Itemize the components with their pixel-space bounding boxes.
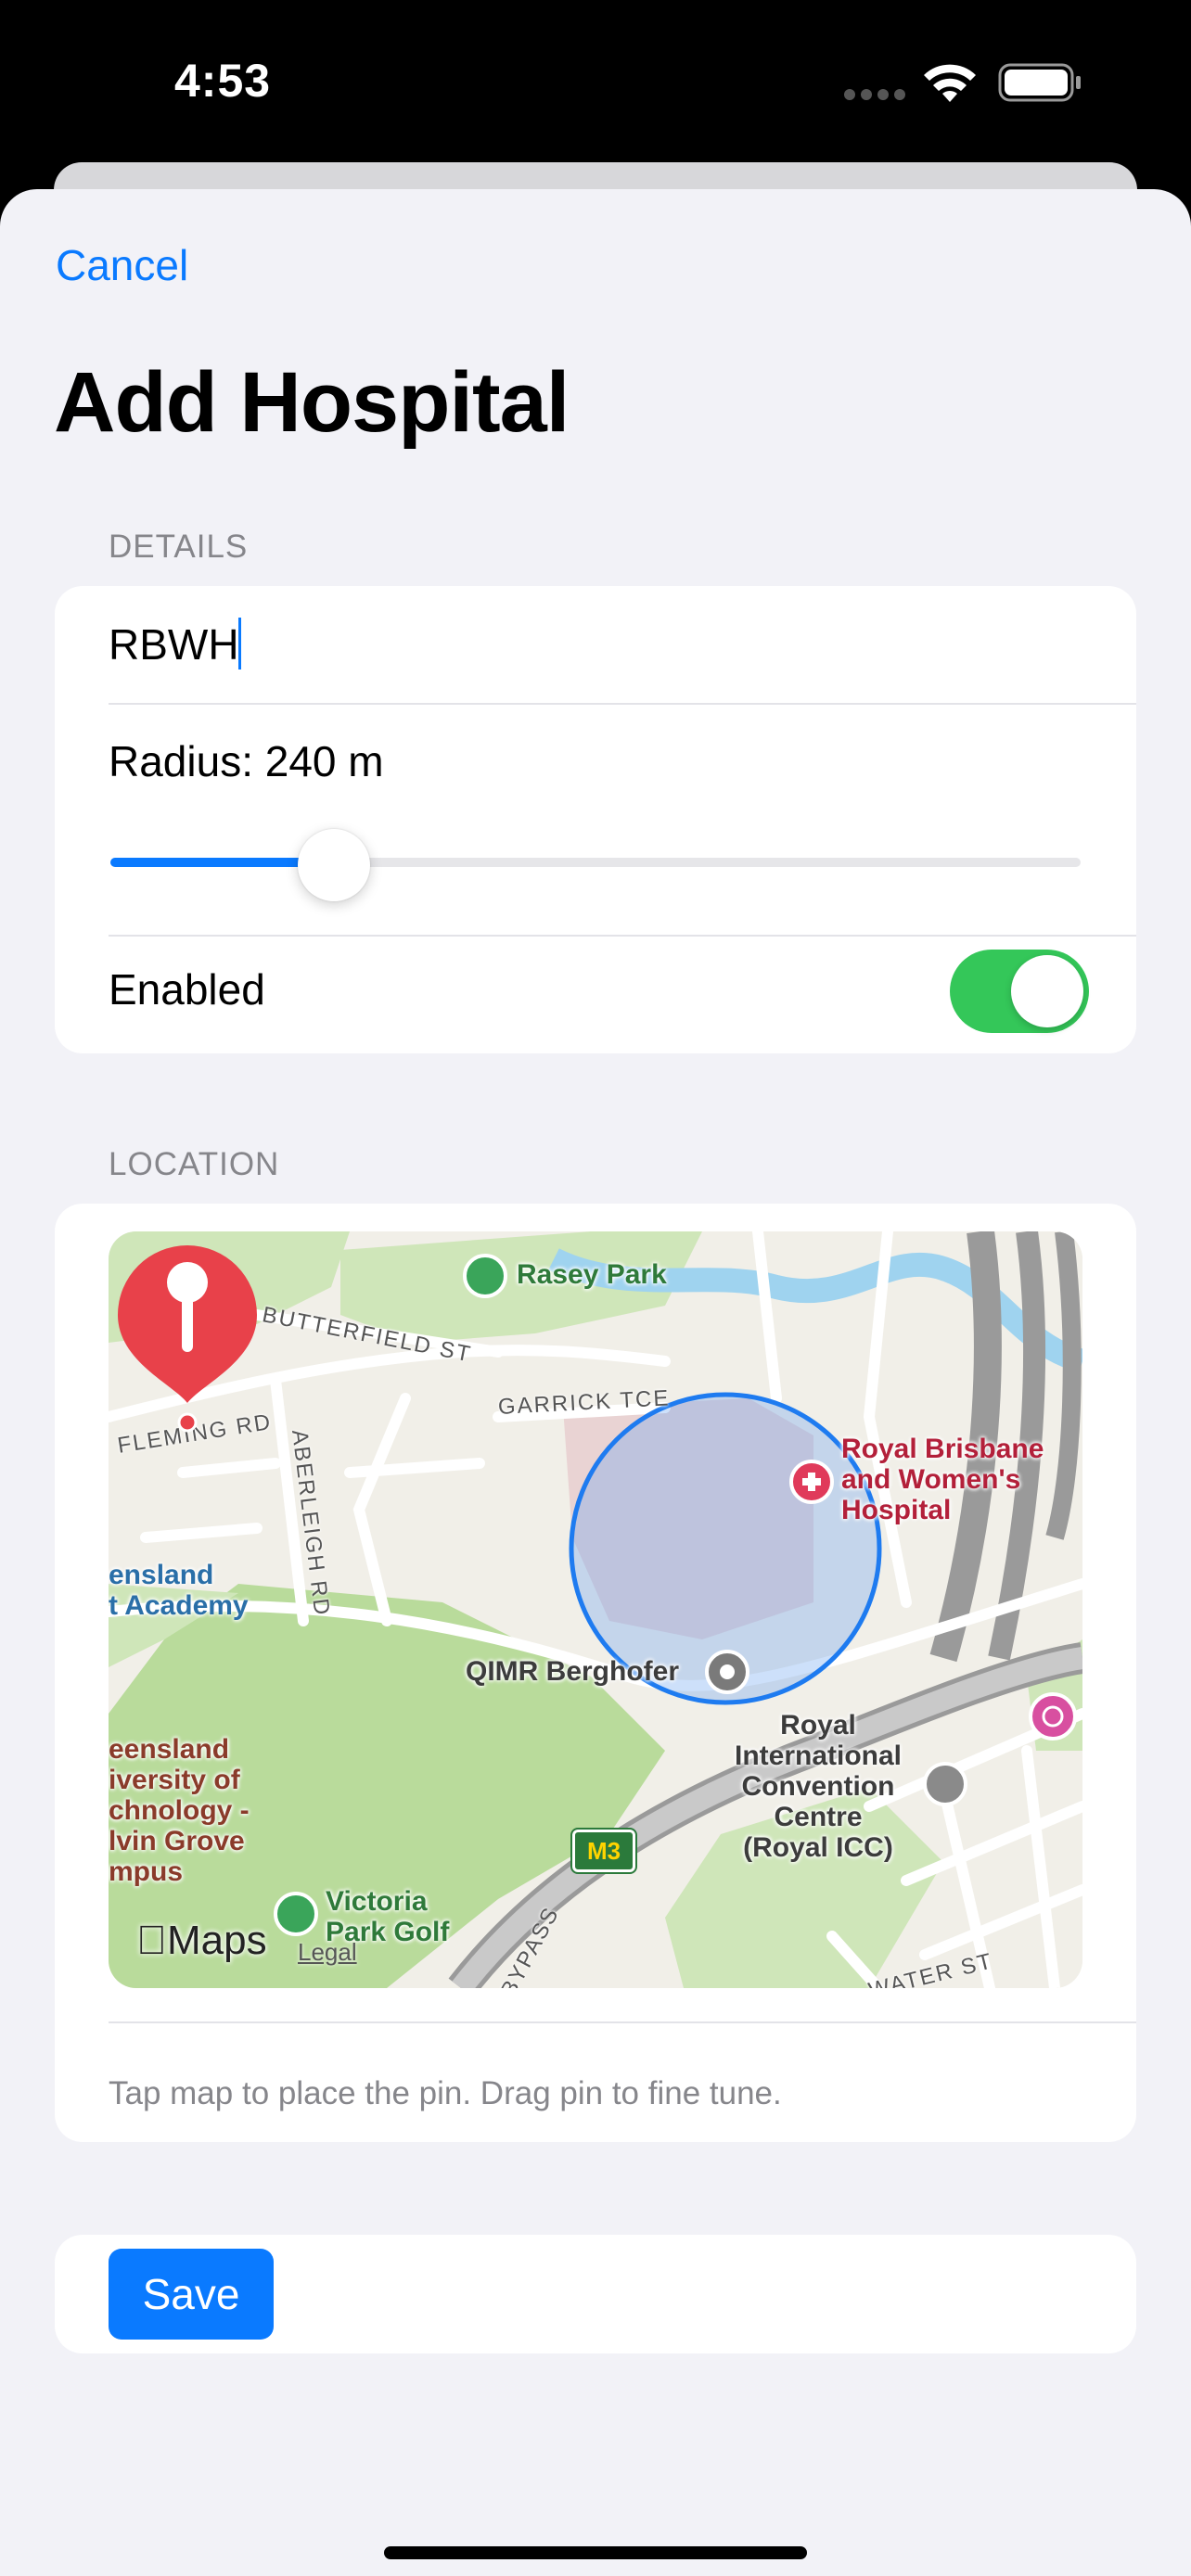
location-map[interactable]: Rasey Park Royal Brisbane and Women's Ho… (109, 1231, 1082, 1988)
location-section-header: LOCATION (109, 1146, 280, 1182)
map-label-qut: eensland iversity of chnology - lvin Gro… (109, 1734, 250, 1887)
home-indicator[interactable] (384, 2546, 807, 2559)
radius-slider[interactable] (110, 858, 1081, 867)
radius-label: Radius: 240 m (109, 737, 384, 785)
enabled-toggle-knob (1011, 955, 1083, 1027)
add-hospital-sheet: Cancel Add Hospital DETAILS Radius: 240 … (0, 189, 1191, 2576)
row-divider (109, 703, 1136, 705)
map-label-qld-academy: ensland t Academy (109, 1560, 249, 1621)
location-card: Rasey Park Royal Brisbane and Women's Ho… (55, 1204, 1136, 2142)
details-section-header: DETAILS (109, 529, 249, 565)
status-time: 4:53 (174, 55, 272, 107)
details-card: Radius: 240 m Enabled (55, 586, 1136, 1053)
legal-link[interactable]: Legal (298, 1938, 357, 1967)
apple-logo-icon:  (136, 1918, 167, 1963)
hospital-name-input[interactable] (109, 614, 1036, 675)
map-caption: Tap map to place the pin. Drag pin to fi… (109, 2075, 782, 2111)
maps-attribution: Maps (136, 1918, 267, 1964)
battery-icon (998, 63, 1081, 102)
route-shield-m3: M3 (570, 1828, 637, 1874)
wifi-icon (924, 64, 976, 102)
status-bar: 4:53 (0, 0, 1191, 162)
map-label-icc: Royal International Convention Centre (R… (735, 1710, 903, 1863)
maps-attribution-text: Maps (136, 1918, 267, 1963)
cancel-button[interactable]: Cancel (56, 240, 188, 290)
enabled-toggle[interactable] (950, 950, 1089, 1033)
enabled-label: Enabled (109, 965, 265, 1014)
page-title: Add Hospital (54, 355, 570, 450)
radius-slider-thumb[interactable] (297, 829, 370, 901)
row-divider (109, 935, 1136, 937)
map-label-qimr: QIMR Berghofer (466, 1656, 680, 1687)
save-card: Save (55, 2235, 1136, 2353)
map-pin-icon[interactable] (109, 1231, 266, 1435)
save-button[interactable]: Save (109, 2249, 274, 2340)
map-label-rasey-park: Rasey Park (517, 1259, 667, 1290)
row-divider (109, 2021, 1136, 2023)
map-label-rbwh: Royal Brisbane and Women's Hospital (841, 1434, 1044, 1525)
cellular-signal-icon (844, 89, 905, 100)
text-caret (238, 618, 241, 670)
